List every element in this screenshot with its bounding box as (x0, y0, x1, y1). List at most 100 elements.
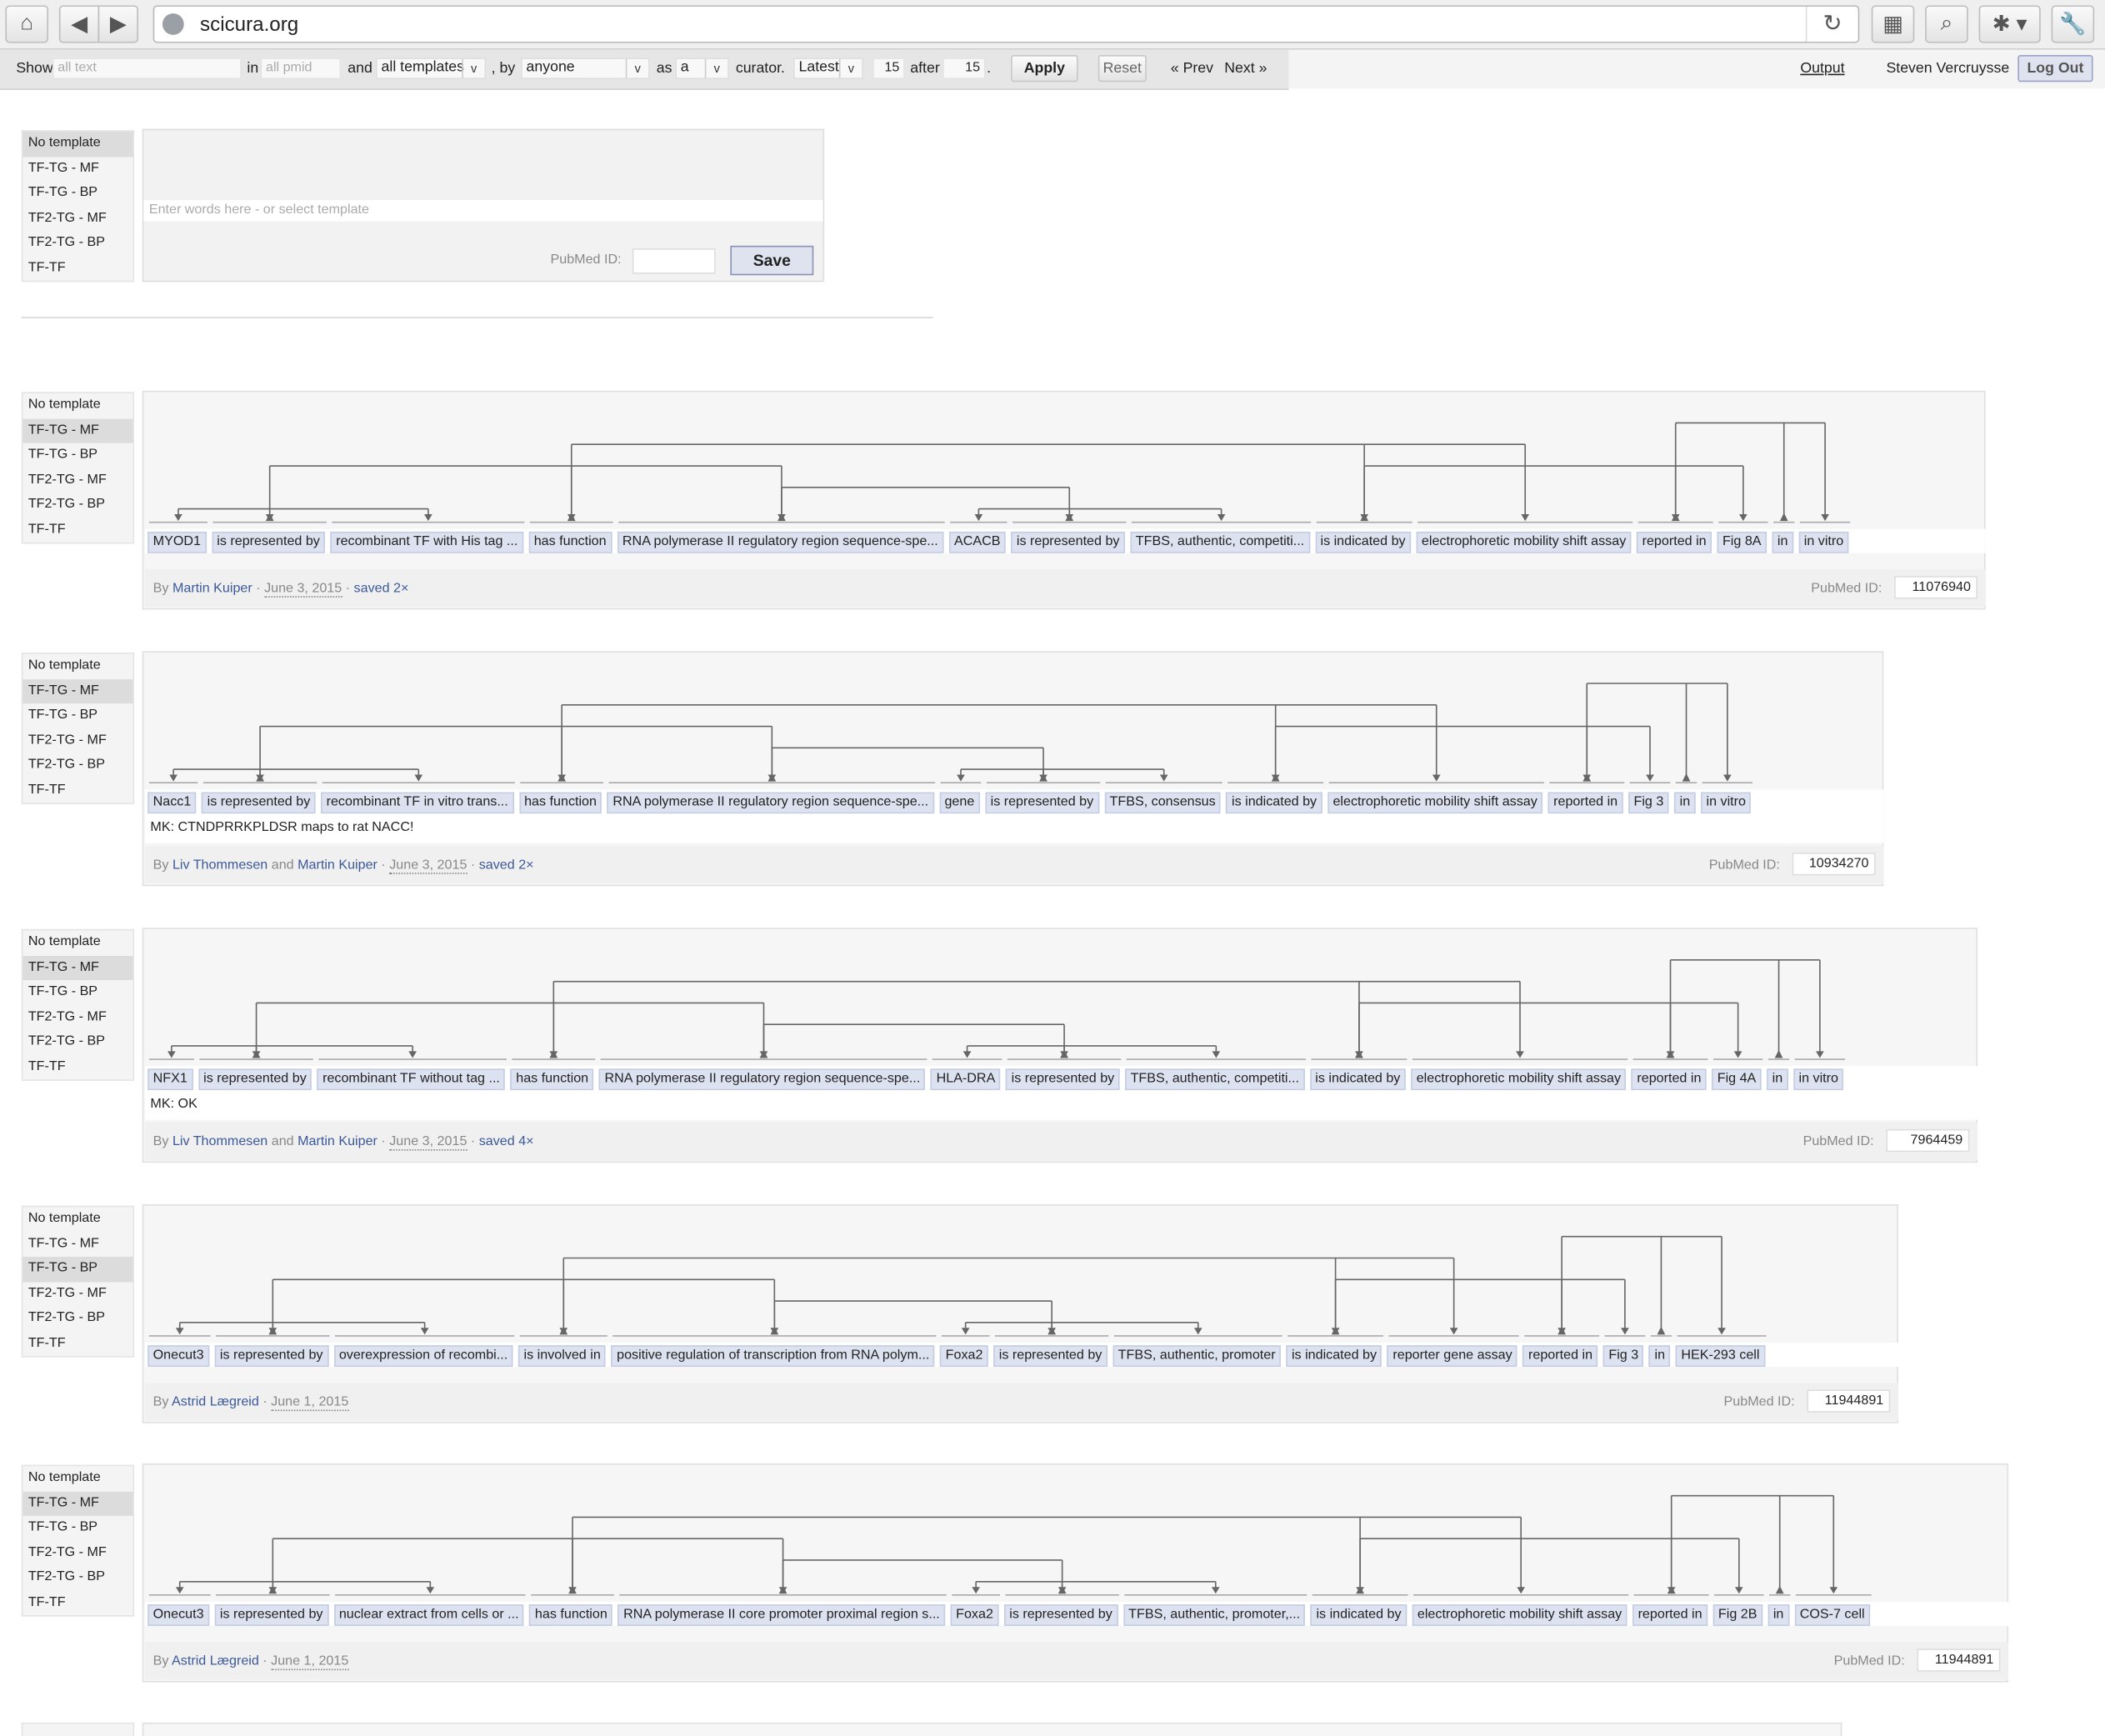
template-option[interactable]: TF2-TG - BP (22, 753, 132, 778)
term-chip[interactable]: TFBS, authentic, promoter (1112, 1345, 1281, 1367)
term-chip[interactable]: is indicated by (1310, 1068, 1406, 1090)
template-option[interactable]: No template (22, 393, 132, 418)
role-select[interactable]: av (675, 58, 728, 79)
template-option[interactable]: No template (22, 930, 132, 955)
settings-icon[interactable]: 🔧 (2052, 5, 2095, 43)
composer-input[interactable]: Enter words here - or select template (143, 200, 822, 222)
template-option[interactable]: No template (22, 1207, 132, 1232)
template-option[interactable]: TF2-TG - MF (22, 1005, 132, 1030)
template-option[interactable]: No template (22, 132, 132, 157)
term-chip[interactable]: Fig 3 (1603, 1345, 1644, 1367)
address-bar[interactable]: scicura.org ↻ (153, 5, 1860, 43)
template-option[interactable]: TF2-TG - MF (22, 1541, 132, 1566)
template-option[interactable]: TF-TG - MF (22, 418, 132, 443)
pubmed-id[interactable]: 11944891 (1807, 1389, 1890, 1412)
term-chip[interactable]: is represented by (202, 792, 315, 813)
author-link[interactable]: Liv Thommesen (172, 1134, 268, 1149)
term-chip[interactable]: in (1767, 1068, 1788, 1090)
author-link[interactable]: Astrid Lægreid (172, 1395, 259, 1410)
template-option[interactable]: TF-TG - MF (22, 1491, 132, 1516)
template-option[interactable]: No template (22, 654, 132, 679)
pubmed-input[interactable] (632, 248, 716, 274)
term-chip[interactable]: is represented by (212, 532, 325, 553)
output-link[interactable]: Output (1800, 60, 1844, 76)
term-chip[interactable]: overexpression of recombi... (333, 1345, 512, 1367)
term-chip[interactable]: is involved in (518, 1345, 606, 1367)
term-chip[interactable]: electrophoretic mobility shift assay (1328, 792, 1542, 813)
term-chip[interactable]: MYOD1 (148, 532, 206, 553)
term-chip[interactable]: is represented by (985, 792, 1098, 813)
term-chip[interactable]: is indicated by (1311, 1604, 1407, 1626)
term-chip[interactable]: in vitro (1798, 532, 1848, 553)
term-chip[interactable]: has function (511, 1068, 594, 1090)
back-icon[interactable]: ◀ (59, 5, 99, 43)
template-option[interactable]: TF-TF (22, 778, 132, 803)
term-chip[interactable]: positive regulation of transcription fro… (612, 1345, 935, 1367)
template-option[interactable]: TF-TF (22, 1055, 132, 1080)
template-option[interactable]: TF-TG - BP (22, 443, 132, 468)
term-chip[interactable]: Fig 8A (1718, 532, 1767, 553)
reload-icon[interactable]: ↻ (1806, 7, 1858, 42)
offset-input[interactable]: 15 (942, 58, 986, 79)
term-chip[interactable]: RNA polymerase II core promoter proximal… (618, 1604, 946, 1626)
forward-icon[interactable]: ▶ (98, 5, 138, 43)
term-chip[interactable]: electrophoretic mobility shift assay (1416, 532, 1631, 553)
term-chip[interactable]: gene (939, 792, 980, 813)
term-chip[interactable]: TFBS, authentic, promoter,... (1123, 1604, 1306, 1626)
term-chip[interactable]: is represented by (1006, 1068, 1119, 1090)
term-chip[interactable]: reported in (1523, 1345, 1598, 1367)
term-chip[interactable]: Fig 2B (1712, 1604, 1762, 1626)
template-option[interactable]: TF2-TG - BP (22, 493, 132, 518)
term-chip[interactable]: TFBS, authentic, competiti... (1130, 532, 1309, 553)
term-chip[interactable]: reported in (1632, 1604, 1708, 1626)
template-option[interactable]: TF-TG - MF (22, 1232, 132, 1257)
term-chip[interactable]: Foxa2 (940, 1345, 988, 1367)
template-option[interactable]: No template (22, 1466, 132, 1491)
search-page-icon[interactable]: ⌕ (1925, 5, 1968, 43)
term-chip[interactable]: is indicated by (1315, 532, 1411, 553)
term-chip[interactable]: TFBS, authentic, competiti... (1125, 1068, 1304, 1090)
term-chip[interactable]: TFBS, consensus (1104, 792, 1221, 813)
term-chip[interactable]: HEK-293 cell (1676, 1345, 1765, 1367)
template-option[interactable]: TF-TG - BP (22, 703, 132, 728)
pubmed-id[interactable]: 11944891 (1918, 1648, 2001, 1671)
template-option[interactable]: TF-TG - BP (22, 182, 132, 207)
term-chip[interactable]: in vitro (1701, 792, 1751, 813)
author-link[interactable]: Astrid Lægreid (172, 1654, 259, 1669)
term-chip[interactable]: in (1649, 1345, 1670, 1367)
term-chip[interactable]: is represented by (198, 1068, 312, 1090)
term-chip[interactable]: reporter gene assay (1388, 1345, 1518, 1367)
template-option[interactable]: TF2-TG - BP (22, 1030, 132, 1055)
template-option[interactable]: TF2-TG - MF (22, 207, 132, 232)
author-link[interactable]: Liv Thommesen (172, 858, 268, 873)
template-option[interactable]: TF2-TG - BP (22, 232, 132, 257)
term-chip[interactable]: reported in (1632, 1068, 1707, 1090)
text-filter-input[interactable]: all text (52, 58, 242, 79)
saved-count-link[interactable]: saved 2× (479, 858, 534, 873)
term-chip[interactable]: is indicated by (1227, 792, 1322, 813)
template-option[interactable]: TF-TG - MF (22, 679, 132, 704)
term-chip[interactable]: has function (528, 532, 612, 553)
term-chip[interactable]: reported in (1637, 532, 1712, 553)
author-link[interactable]: Martin Kuiper (172, 582, 252, 597)
template-option[interactable]: TF-TF (22, 518, 132, 543)
term-chip[interactable]: is represented by (993, 1345, 1107, 1367)
template-option[interactable]: TF-TF (22, 1591, 132, 1616)
term-chip[interactable]: RNA polymerase II regulatory region sequ… (608, 792, 934, 813)
next-link[interactable]: Next » (1224, 60, 1267, 76)
term-chip[interactable]: is represented by (1004, 1604, 1118, 1626)
templates-select[interactable]: all templates v (376, 58, 486, 79)
term-chip[interactable]: is represented by (1011, 532, 1124, 553)
count-input[interactable]: 15 (872, 58, 905, 79)
home-icon[interactable]: ⌂ (5, 5, 48, 43)
template-option[interactable]: TF-TG - MF (22, 157, 132, 182)
prev-link[interactable]: « Prev (1171, 60, 1213, 76)
author-link[interactable]: Martin Kuiper (298, 1134, 378, 1149)
template-option[interactable]: TF2-TG - BP (22, 1307, 132, 1332)
term-chip[interactable]: has function (529, 1604, 612, 1626)
term-chip[interactable]: reported in (1548, 792, 1623, 813)
term-chip[interactable]: electrophoretic mobility shift assay (1412, 1604, 1627, 1626)
template-option[interactable]: TF-TG - BP (22, 1257, 132, 1282)
term-chip[interactable]: in (1674, 792, 1695, 813)
template-option[interactable]: TF-TF (22, 1332, 132, 1357)
